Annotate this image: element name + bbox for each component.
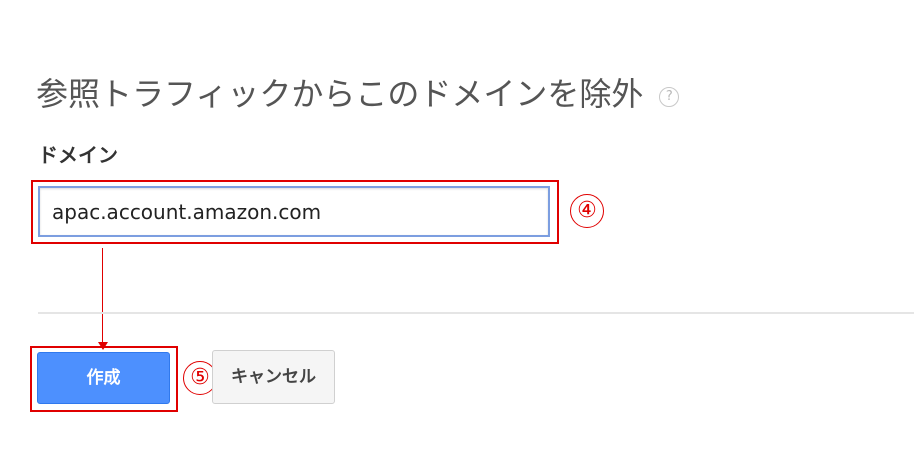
dialog-title-text: 参照トラフィックからこのドメインを除外: [36, 75, 644, 113]
step-4-marker: ④: [570, 194, 604, 228]
annotation-arrow-line: [102, 248, 103, 344]
form-divider: [38, 312, 914, 314]
cancel-button[interactable]: キャンセル: [212, 350, 335, 404]
exclude-referral-domain-dialog: 参照トラフィックからこのドメインを除外 ? ドメイン ④ 作成 ⑤ キャンセル: [0, 0, 914, 459]
help-icon[interactable]: ?: [659, 87, 680, 107]
dialog-title: 参照トラフィックからこのドメインを除外 ?: [36, 72, 680, 116]
domain-label: ドメイン: [38, 143, 118, 167]
domain-input[interactable]: [38, 186, 550, 237]
create-button[interactable]: 作成: [37, 352, 170, 404]
